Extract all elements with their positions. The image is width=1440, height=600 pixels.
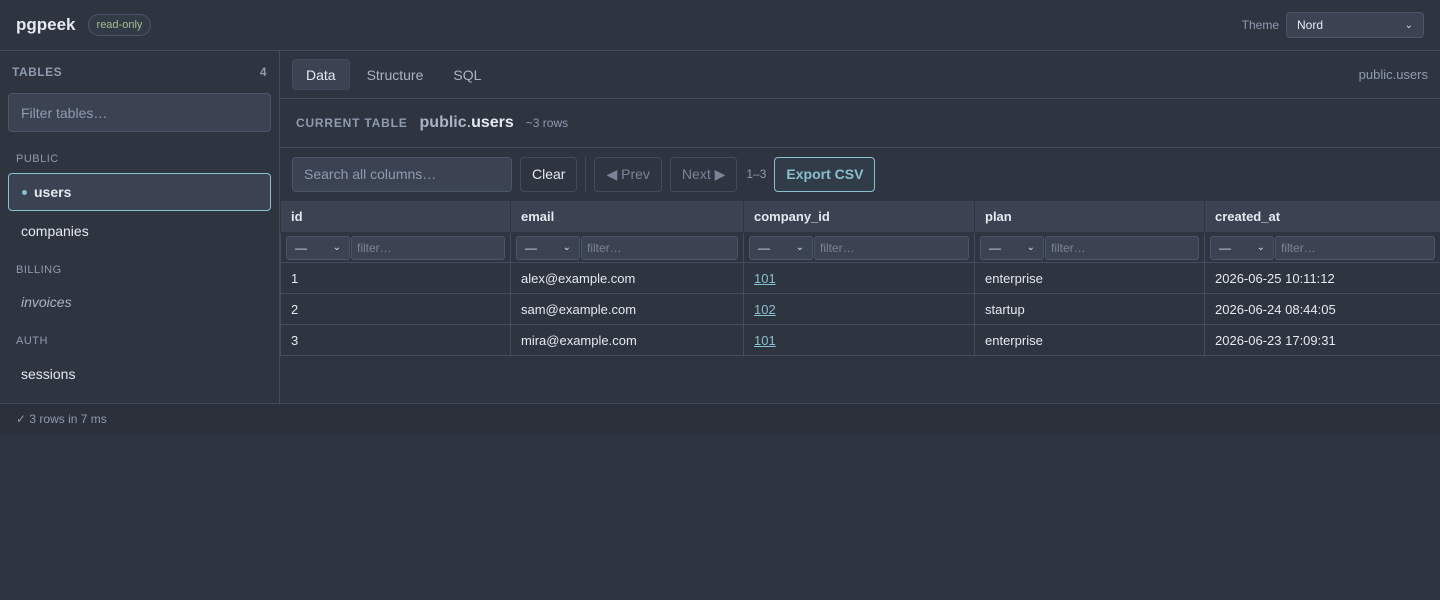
page-range: 1–3 — [746, 167, 767, 181]
filter-operator-value: — — [525, 240, 537, 255]
column-header-company-id[interactable]: company_id — [743, 200, 975, 233]
filter-operator-value: — — [758, 240, 770, 255]
tab-sql[interactable]: SQL — [440, 59, 494, 90]
divider — [585, 156, 587, 192]
chevron-down-icon: ⌄ — [795, 242, 804, 253]
column-filter-input[interactable]: filter… — [1275, 235, 1435, 260]
sidebar: TABLES 4 Filter tables… PUBLIC users com… — [0, 51, 280, 403]
sidebar-item-label: users — [34, 184, 72, 200]
group-label-public: PUBLIC — [16, 153, 59, 165]
group-label-billing: BILLING — [16, 264, 62, 276]
cell-plan: enterprise — [974, 324, 1205, 356]
sidebar-item-label: companies — [21, 223, 89, 239]
current-table-label: CURRENT TABLE — [296, 116, 408, 130]
company-id-link[interactable]: 102 — [754, 302, 776, 317]
search-input[interactable]: Search all columns… — [292, 156, 512, 192]
cell-created-at: 2026-06-24 08:44:05 — [1204, 293, 1440, 325]
sidebar-item-companies[interactable]: companies — [8, 212, 271, 250]
chevron-down-icon: ⌄ — [562, 242, 571, 253]
table-count: 4 — [259, 65, 267, 79]
sidebar-header: TABLES 4 — [12, 65, 267, 79]
company-id-link[interactable]: 101 — [754, 333, 776, 348]
column-filter-input[interactable]: filter… — [351, 235, 505, 260]
view-tabs: Data Structure SQL public.users — [280, 51, 1440, 99]
sidebar-item-label: invoices — [21, 294, 72, 310]
cell-company-id: 102 — [743, 293, 975, 325]
column-header-plan[interactable]: plan — [974, 200, 1205, 233]
filter-cell: — ⌄ filter… — [510, 232, 744, 263]
status-bar: ✓ 3 rows in 7 ms — [0, 403, 1440, 434]
sidebar-heading: TABLES — [12, 65, 63, 79]
cell-created-at: 2026-06-23 17:09:31 — [1204, 324, 1440, 356]
cell-id: 1 — [280, 262, 511, 294]
tab-structure[interactable]: Structure — [354, 59, 437, 90]
filter-row: — ⌄ filter… — ⌄ filter… — ⌄ filter… — ⌄ filt… — [280, 232, 1440, 263]
filter-operator-value: — — [1219, 240, 1231, 255]
data-table: id email company_id plan created_at — ⌄ f… — [280, 200, 1440, 356]
theme-select[interactable]: Nord ⌄ — [1286, 12, 1424, 38]
cell-company-id: 101 — [743, 324, 975, 356]
table-row[interactable]: 3 mira@example.com 101 enterprise 2026-0… — [280, 324, 1440, 356]
table-header-row: id email company_id plan created_at — [280, 200, 1440, 233]
filter-operator-value: — — [295, 240, 307, 255]
data-toolbar: Search all columns… Clear ◀ Prev Next ▶ … — [280, 148, 1440, 200]
company-id-link[interactable]: 101 — [754, 271, 776, 286]
row-estimate: ~3 rows — [525, 116, 569, 130]
status-text: ✓ 3 rows in 7 ms — [16, 412, 107, 426]
current-table-schema: public — [419, 114, 467, 131]
chevron-down-icon: ⌄ — [1404, 19, 1413, 31]
column-header-email[interactable]: email — [510, 200, 744, 233]
filter-cell: — ⌄ filter… — [280, 232, 511, 263]
theme-switcher: Theme Nord ⌄ — [1242, 12, 1424, 38]
cell-plan: startup — [974, 293, 1205, 325]
read-only-badge: read-only — [87, 14, 152, 36]
cell-email: sam@example.com — [510, 293, 744, 325]
table-row[interactable]: 1 alex@example.com 101 enterprise 2026-0… — [280, 262, 1440, 294]
current-table-bar: CURRENT TABLE public . users ~3 rows — [280, 99, 1440, 148]
cell-id: 2 — [280, 293, 511, 325]
app-title: pgpeek — [16, 15, 76, 34]
active-dot-icon — [22, 189, 27, 195]
sidebar-item-sessions[interactable]: sessions — [8, 355, 271, 393]
cell-created-at: 2026-06-25 10:11:12 — [1204, 262, 1440, 294]
column-header-id[interactable]: id — [280, 200, 511, 233]
column-header-created-at[interactable]: created_at — [1204, 200, 1440, 233]
filter-cell: — ⌄ filter… — [743, 232, 975, 263]
current-table-name: users — [471, 114, 514, 131]
chevron-down-icon: ⌄ — [1026, 242, 1035, 253]
cell-email: alex@example.com — [510, 262, 744, 294]
filter-operator-value: — — [989, 240, 1001, 255]
chevron-down-icon: ⌄ — [332, 242, 341, 253]
filter-tables-input[interactable]: Filter tables… — [8, 93, 271, 132]
export-csv-button[interactable]: Export CSV — [774, 156, 876, 192]
table-row[interactable]: 2 sam@example.com 102 startup 2026-06-24… — [280, 293, 1440, 325]
column-filter-input[interactable]: filter… — [1045, 235, 1199, 260]
column-filter-input[interactable]: filter… — [581, 235, 738, 260]
filter-cell: — ⌄ filter… — [974, 232, 1205, 263]
filter-operator-select[interactable]: — ⌄ — [286, 235, 350, 260]
clear-button[interactable]: Clear — [520, 156, 578, 192]
filter-cell: — ⌄ filter… — [1204, 232, 1440, 263]
column-filter-input[interactable]: filter… — [814, 235, 969, 260]
prev-page-button[interactable]: ◀ Prev — [594, 156, 662, 192]
breadcrumb: public.users — [1358, 67, 1428, 82]
filter-operator-select[interactable]: — ⌄ — [749, 235, 813, 260]
theme-select-value: Nord — [1297, 18, 1324, 32]
cell-plan: enterprise — [974, 262, 1205, 294]
tab-data[interactable]: Data — [292, 59, 350, 90]
theme-label: Theme — [1241, 18, 1279, 32]
sidebar-item-invoices[interactable]: invoices — [8, 283, 271, 321]
sidebar-item-users[interactable]: users — [8, 173, 271, 211]
filter-operator-select[interactable]: — ⌄ — [516, 235, 580, 260]
chevron-down-icon: ⌄ — [1256, 242, 1265, 253]
sidebar-item-label: sessions — [21, 366, 76, 382]
cell-company-id: 101 — [743, 262, 975, 294]
app-header: pgpeek read-only Theme Nord ⌄ — [0, 0, 1440, 51]
cell-email: mira@example.com — [510, 324, 744, 356]
filter-operator-select[interactable]: — ⌄ — [1210, 235, 1274, 260]
next-page-button[interactable]: Next ▶ — [669, 156, 738, 192]
filter-operator-select[interactable]: — ⌄ — [980, 235, 1044, 260]
group-label-auth: AUTH — [16, 335, 48, 347]
cell-id: 3 — [280, 324, 511, 356]
